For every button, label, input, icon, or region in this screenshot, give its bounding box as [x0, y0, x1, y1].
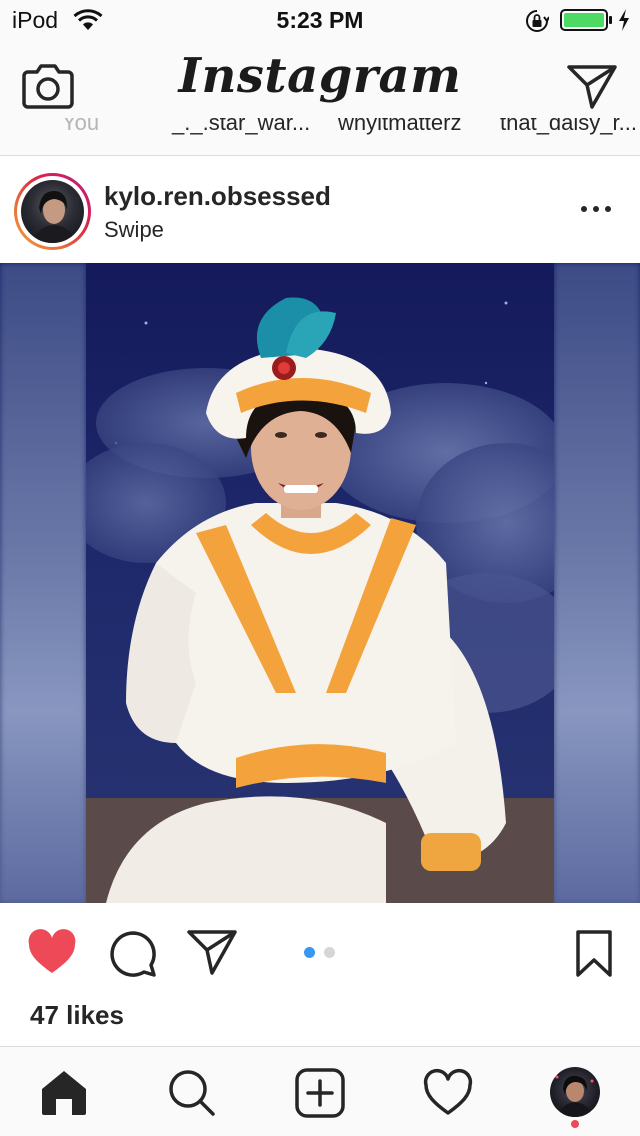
charging-icon [617, 8, 631, 37]
instagram-logo: Instagram [178, 48, 462, 104]
search-icon[interactable] [166, 1067, 218, 1119]
more-dots-icon[interactable] [578, 197, 614, 221]
carousel-indicator [304, 947, 338, 959]
heart-filled-icon[interactable] [26, 927, 78, 977]
story-ring[interactable] [14, 173, 91, 250]
paper-plane-icon[interactable] [186, 927, 238, 977]
blurred-background [554, 263, 640, 903]
home-icon[interactable] [38, 1067, 90, 1119]
story-label[interactable]: whyitmatterz [338, 118, 461, 136]
story-label[interactable]: You [62, 118, 99, 136]
blurred-background [0, 263, 86, 903]
likes-count[interactable]: 47 likes [30, 1000, 124, 1031]
post-image[interactable] [0, 263, 640, 903]
battery-icon [560, 9, 614, 36]
comment-icon[interactable] [106, 927, 158, 979]
profile-avatar[interactable] [550, 1067, 600, 1117]
story-label[interactable]: that_daisy_r... [500, 118, 637, 136]
post-photo [86, 263, 554, 903]
post-location[interactable]: Swipe [104, 217, 164, 243]
carousel-dot [304, 947, 315, 958]
post-username[interactable]: kylo.ren.obsessed [104, 181, 331, 212]
status-bar: iPod 5:23 PM [0, 0, 640, 40]
top-nav-bar: Instagram [0, 40, 640, 130]
post-actions [0, 903, 640, 1003]
heart-icon[interactable] [422, 1067, 474, 1119]
notification-dot [571, 1120, 579, 1128]
add-icon[interactable] [294, 1067, 346, 1119]
story-label[interactable]: _._.star_war... [172, 118, 310, 136]
stories-tray[interactable]: You _._.star_war... whyitmatterz that_da… [0, 118, 640, 156]
carousel-dot [324, 947, 335, 958]
avatar[interactable] [21, 180, 84, 243]
paper-plane-icon[interactable] [566, 62, 618, 110]
bottom-tab-bar [0, 1046, 640, 1136]
post-header: kylo.ren.obsessed Swipe [0, 157, 640, 263]
bookmark-icon[interactable] [574, 929, 614, 979]
rotation-lock-icon [525, 9, 550, 38]
